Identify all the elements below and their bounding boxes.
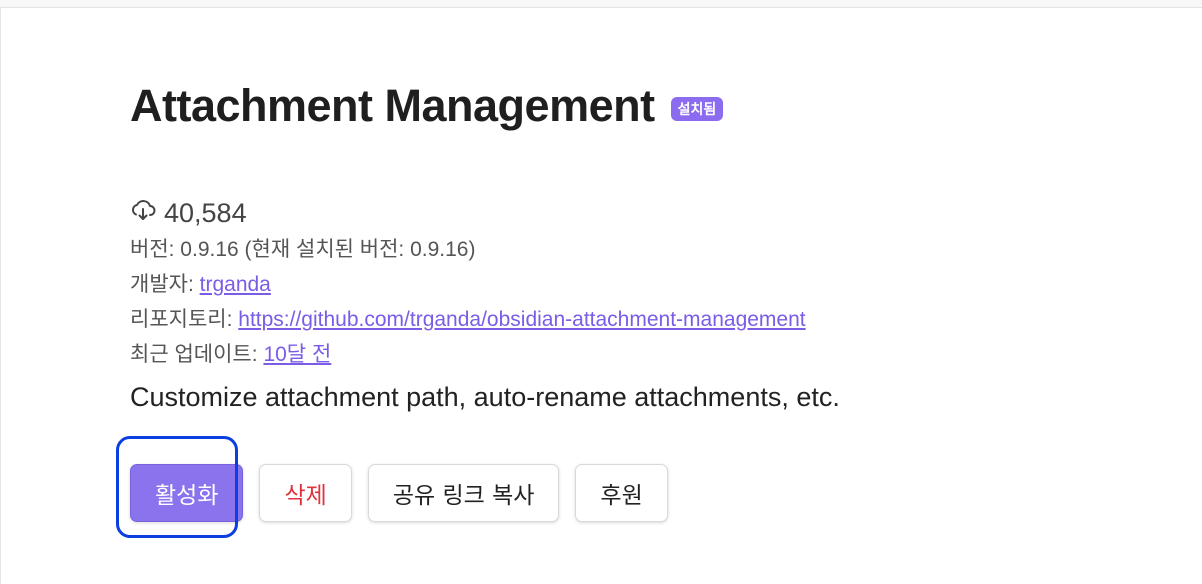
donate-button[interactable]: 후원 xyxy=(575,464,668,522)
version-line: 버전: 0.9.16 (현재 설치된 버전: 0.9.16) xyxy=(130,238,476,261)
repo-label: 리포지토리: xyxy=(130,308,239,331)
author-link[interactable]: trganda xyxy=(200,273,271,296)
top-border xyxy=(0,0,1202,8)
cloud-download-icon xyxy=(130,196,164,231)
updated-line: 최근 업데이트: 10달 전 xyxy=(130,337,806,372)
title-row: Attachment Management 설치됨 xyxy=(130,78,1170,134)
updated-link[interactable]: 10달 전 xyxy=(263,343,331,366)
focus-ring xyxy=(116,436,238,538)
author-label: 개발자: xyxy=(130,273,200,296)
repo-link[interactable]: https://github.com/trganda/obsidian-atta… xyxy=(238,308,805,331)
installed-badge: 설치됨 xyxy=(670,97,724,121)
delete-button[interactable]: 삭제 xyxy=(259,464,352,522)
author-line: 개발자: trganda xyxy=(130,267,806,302)
download-count-value: 40,584 xyxy=(164,197,247,228)
plugin-description: Customize attachment path, auto-rename a… xyxy=(130,382,840,412)
download-count: 40,584 xyxy=(130,194,806,232)
repo-line: 리포지토리: https://github.com/trganda/obsidi… xyxy=(130,302,806,337)
enable-button-wrapper: 활성화 xyxy=(116,436,244,538)
plugin-meta: 40,584 버전: 0.9.16 (현재 설치된 버전: 0.9.16) 개발… xyxy=(130,194,806,372)
plugin-title: Attachment Management xyxy=(130,80,655,131)
plugin-details: Attachment Management 설치됨 40,584 버전: 0.9… xyxy=(116,78,1170,538)
action-buttons: 활성화 삭제 공유 링크 복사 후원 xyxy=(116,436,668,538)
copy-share-link-button[interactable]: 공유 링크 복사 xyxy=(367,464,560,522)
left-border xyxy=(0,7,1,584)
updated-label: 최근 업데이트: xyxy=(130,343,264,366)
